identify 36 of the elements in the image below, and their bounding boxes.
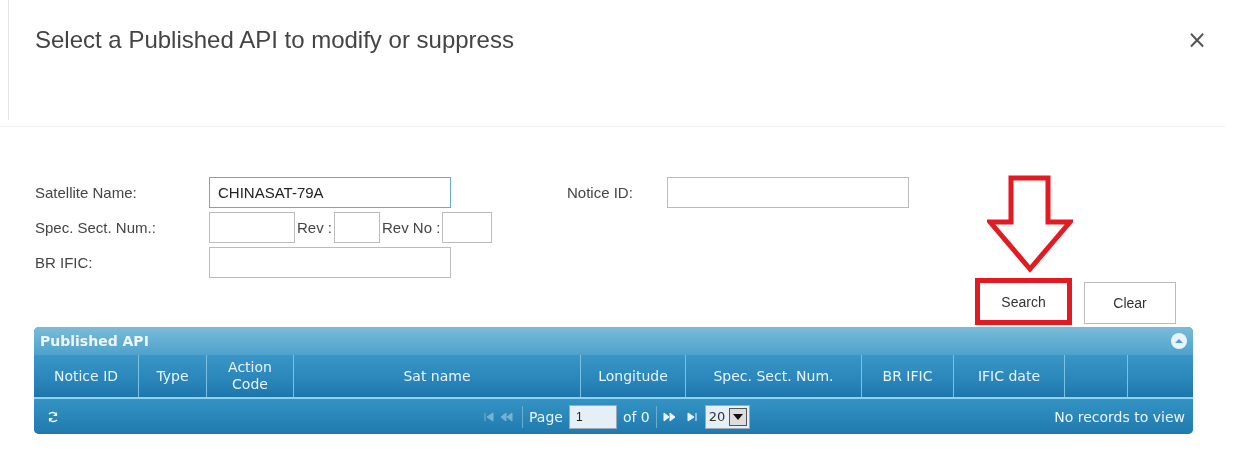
page-field[interactable]: 1 [568,404,617,429]
text-field[interactable] [209,247,451,278]
field-label: Rev : [296,219,333,236]
collapse-icon[interactable] [1171,333,1187,349]
column-header[interactable]: Sat name [294,355,581,397]
field-label: Notice ID: [567,184,634,201]
field-label: Rev No : [381,219,442,236]
next-page-icon[interactable] [662,411,699,422]
text-field[interactable] [442,212,493,243]
column-header[interactable]: Longitude [581,355,686,397]
field-label: Satellite Name: [35,184,138,201]
clear-button[interactable]: Clear [1084,282,1176,324]
text-field[interactable] [334,212,380,243]
field-label: Spec. Sect. Num.: [35,219,157,236]
column-header[interactable]: Action Code [207,355,294,397]
column-header[interactable]: IFIC date [954,355,1065,397]
arrow-icon [987,175,1073,273]
page-label: Page [529,408,563,425]
column-header[interactable]: Spec. Sect. Num. [686,355,862,397]
refresh-icon[interactable] [46,409,60,424]
page-size-select[interactable]: 20 [704,404,751,429]
page-count: of 0 [622,408,650,425]
grid-caption: Published API [40,333,149,349]
dialog-title: Select a Published API to modify or suppress [35,26,514,55]
text-field[interactable] [209,212,295,243]
close-button[interactable]: × [1186,26,1207,54]
records-status: No records to view [1054,408,1185,425]
first-page-icon[interactable] [484,411,516,422]
column-header[interactable]: BR IFIC [862,355,954,397]
text-field[interactable] [667,177,909,208]
caret-icon[interactable] [733,413,744,420]
search-button[interactable]: Search [975,278,1072,325]
text-field[interactable]: CHINASAT-79A [209,177,451,208]
column-header[interactable]: Notice ID [34,355,139,397]
column-header[interactable]: Type [139,355,207,397]
field-label: BR IFIC: [35,254,94,271]
